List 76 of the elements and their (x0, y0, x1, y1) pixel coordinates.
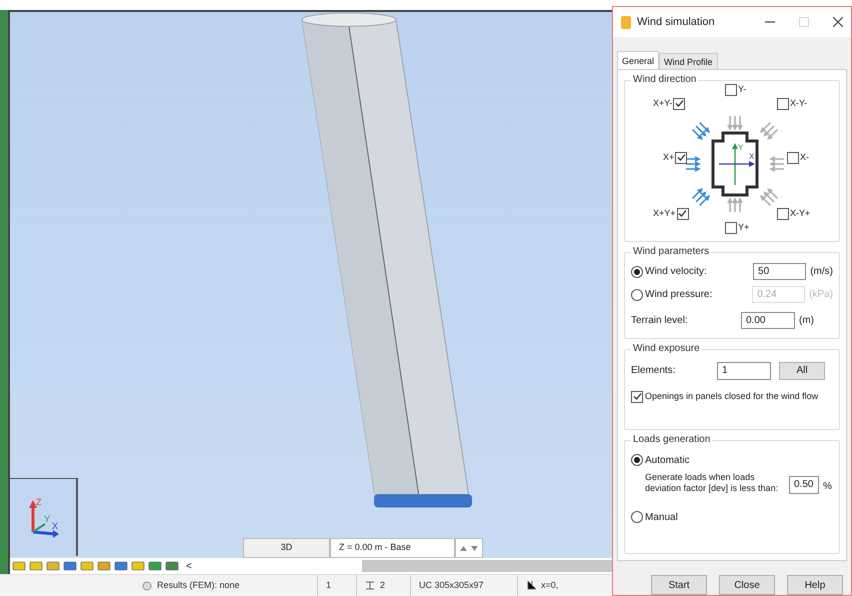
direction-label: X+Y- (653, 97, 672, 110)
checkbox[interactable] (676, 208, 689, 220)
results-status: Results (FEM): none (157, 578, 241, 592)
more-arrow[interactable]: < (182, 558, 196, 574)
dialog-tab[interactable]: Wind Profile (659, 53, 718, 69)
unit-label: (kPa) (809, 288, 833, 302)
view-tab[interactable]: Z = 0.00 m - Base (330, 538, 455, 558)
toolbar-icon[interactable] (63, 560, 77, 572)
checkbox[interactable] (725, 222, 737, 234)
deviation-field[interactable]: 0.50 (789, 476, 819, 494)
check-icon (678, 209, 688, 218)
close-icon[interactable] (833, 17, 843, 27)
option-label: Manual (645, 510, 678, 525)
view-tab[interactable]: 3D (243, 538, 330, 558)
parameter-label: Wind pressure: (645, 288, 714, 302)
elements-field[interactable]: 1 (717, 362, 771, 380)
checkbox[interactable] (787, 152, 799, 164)
status-icon (142, 580, 152, 590)
status-value: 2 (380, 578, 386, 592)
radio-button[interactable] (631, 454, 643, 466)
toolbar-icon[interactable] (12, 560, 26, 572)
all-button[interactable]: All (779, 362, 825, 380)
toolbar-icon[interactable] (148, 560, 162, 572)
checkbox[interactable] (631, 390, 643, 403)
parameter-label: Wind velocity: (645, 265, 708, 279)
toolbar-icon[interactable] (97, 560, 111, 572)
dialog-button[interactable]: Start (651, 575, 707, 595)
toolbar-icon[interactable] (29, 560, 43, 572)
status-value: x=0, (541, 578, 560, 592)
toolbar-icon[interactable] (165, 560, 179, 572)
direction-label: X- (800, 151, 809, 164)
checkbox[interactable] (675, 152, 688, 164)
deviation-note: Generate loads when loads deviation factor [dev] is less than: (645, 472, 780, 494)
toolbar-icon[interactable] (46, 560, 60, 572)
status-value: UC 305x305x97 (419, 578, 485, 592)
status-value: 1 (326, 578, 332, 592)
radio-button[interactable] (631, 266, 643, 278)
check-icon (632, 392, 642, 402)
group-title: Wind parameters (631, 246, 712, 258)
percent-label: % (823, 480, 832, 494)
down-arrow-icon (471, 546, 478, 550)
checkbox[interactable] (725, 84, 737, 96)
value-field[interactable]: 0.00 (741, 312, 795, 329)
group-title: Wind exposure (631, 342, 702, 355)
unit-label: (m/s) (810, 265, 833, 279)
parameter-label: Terrain level: (631, 314, 689, 328)
dialog-button[interactable]: Close (719, 575, 775, 595)
direction-label: X-Y- (790, 97, 808, 110)
check-icon (674, 99, 684, 108)
window-title: Wind simulation (637, 14, 715, 30)
toolbar-icon[interactable] (131, 560, 145, 572)
direction-label: Y- (738, 83, 746, 96)
direction-label: X+Y+ (653, 207, 676, 220)
section-icon (365, 581, 375, 590)
spin-buttons[interactable] (455, 538, 483, 558)
toolbar-icon[interactable] (114, 560, 128, 572)
value-field[interactable]: 50 (753, 263, 806, 280)
checkbox[interactable] (673, 98, 686, 110)
dialog-tab[interactable]: General (617, 51, 660, 69)
direction-label: X-Y+ (790, 207, 810, 220)
up-arrow-icon (460, 546, 467, 550)
radio-button[interactable] (631, 511, 643, 524)
elements-label: Elements: (631, 364, 676, 378)
dialog-button[interactable]: Help (787, 575, 843, 595)
checkbox[interactable] (777, 98, 789, 110)
unit-label: (m) (799, 314, 814, 328)
openings-label: Openings in panels closed for the wind flow (645, 390, 818, 403)
coordinate-icon (526, 580, 536, 590)
check-icon (676, 153, 686, 162)
option-label: Automatic (645, 454, 690, 468)
group-title: Loads generation (631, 434, 712, 446)
app-logo-icon (621, 16, 631, 28)
direction-label: Y+ (738, 221, 750, 234)
toolbar-icon[interactable] (80, 560, 94, 572)
direction-label: X+ (663, 151, 674, 164)
checkbox[interactable] (777, 208, 789, 220)
